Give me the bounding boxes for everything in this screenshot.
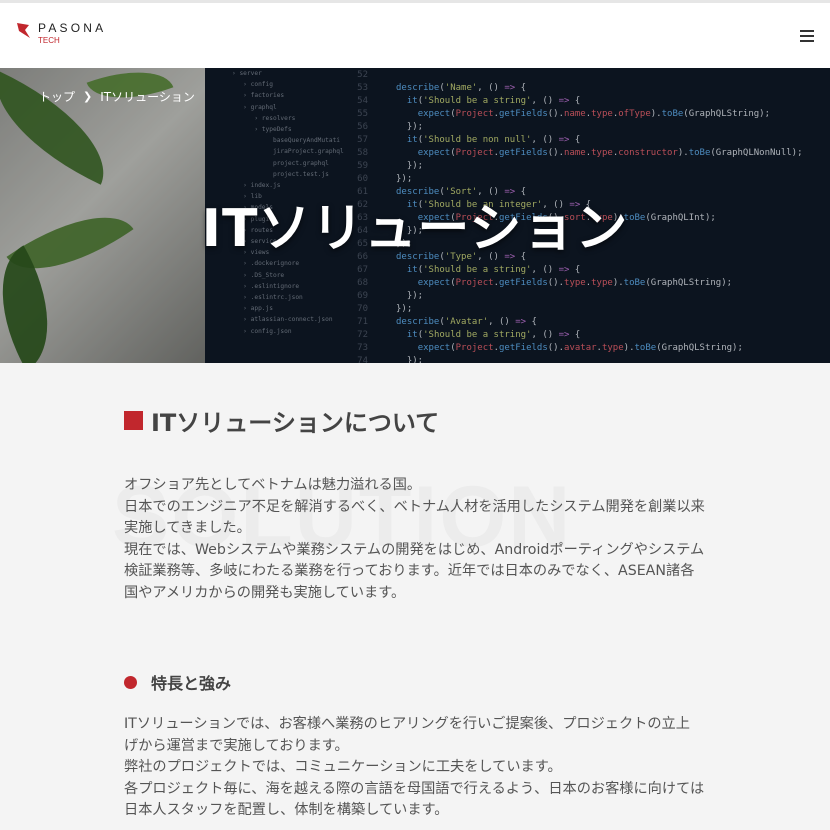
intro-paragraph: オフショア先としてベトナムは魅力溢れる国。 日本でのエンジニア不足を解消するべく… xyxy=(124,475,724,605)
breadcrumb-separator-icon: ❯ xyxy=(83,90,93,103)
features-line: ITソリューションでは、お客様へ業務のヒアリングを行いご提案後、プロジェクトの立… xyxy=(124,716,690,732)
intro-line: 国やアメリカからの開発も実施しています。 xyxy=(124,584,406,601)
section-title: ITソリューションについて xyxy=(151,409,440,437)
features-line: 各プロジェクト毎に、海を越える際の言語を母国語で行えるよう、日本のお客様に向けて… xyxy=(124,780,705,797)
intro-line: 検証業務等、多岐にわたる業務を行っております。近年では日本のみでなく、ASEAN… xyxy=(124,563,695,580)
breadcrumb-home-link[interactable]: トップ xyxy=(39,88,75,105)
bullet-dot-icon xyxy=(124,675,137,689)
features-heading: 特長と強み xyxy=(124,670,231,694)
hero-banner: › server › config › factories › graphql … xyxy=(0,68,830,363)
breadcrumb-current: ITソリューション xyxy=(100,90,195,104)
features-line: 日本人スタッフを配置し、体制を構築しています。 xyxy=(124,802,449,819)
features-line: 弊社のプロジェクトでは、コミュニケーションに工夫をしています。 xyxy=(124,759,562,776)
heading-square-icon xyxy=(124,411,143,430)
intro-line: 現在では、Webシステムや業務システムの開発をはじめ、Androidポーティング… xyxy=(124,541,705,558)
logo-name: PASONA xyxy=(38,21,107,35)
section-heading: ITソリューションについて xyxy=(124,403,439,438)
pasona-logo-icon xyxy=(17,23,30,38)
intro-line: オフショア先としてベトナムは魅力溢れる国。 xyxy=(124,477,422,493)
features-paragraph: ITソリューションでは、お客様へ業務のヒアリングを行いご提案後、プロジェクトの立… xyxy=(124,714,724,822)
breadcrumb: トップ ❯ ITソリューション xyxy=(39,88,195,105)
intro-line: 実施してきました。 xyxy=(124,520,251,537)
site-header: PASONA TECH xyxy=(0,3,830,68)
site-logo[interactable]: PASONA TECH xyxy=(16,21,106,47)
hamburger-menu-icon[interactable] xyxy=(800,30,814,42)
intro-line: 日本でのエンジニア不足を解消するべく、ベトナム人材を活用したシステム開発を創業以… xyxy=(124,498,705,515)
features-title: 特長と強み xyxy=(151,674,232,693)
logo-sub: TECH xyxy=(38,36,60,45)
features-line: げから運営まで実施しております。 xyxy=(124,737,349,754)
hero-title: ITソリューション xyxy=(201,199,629,259)
